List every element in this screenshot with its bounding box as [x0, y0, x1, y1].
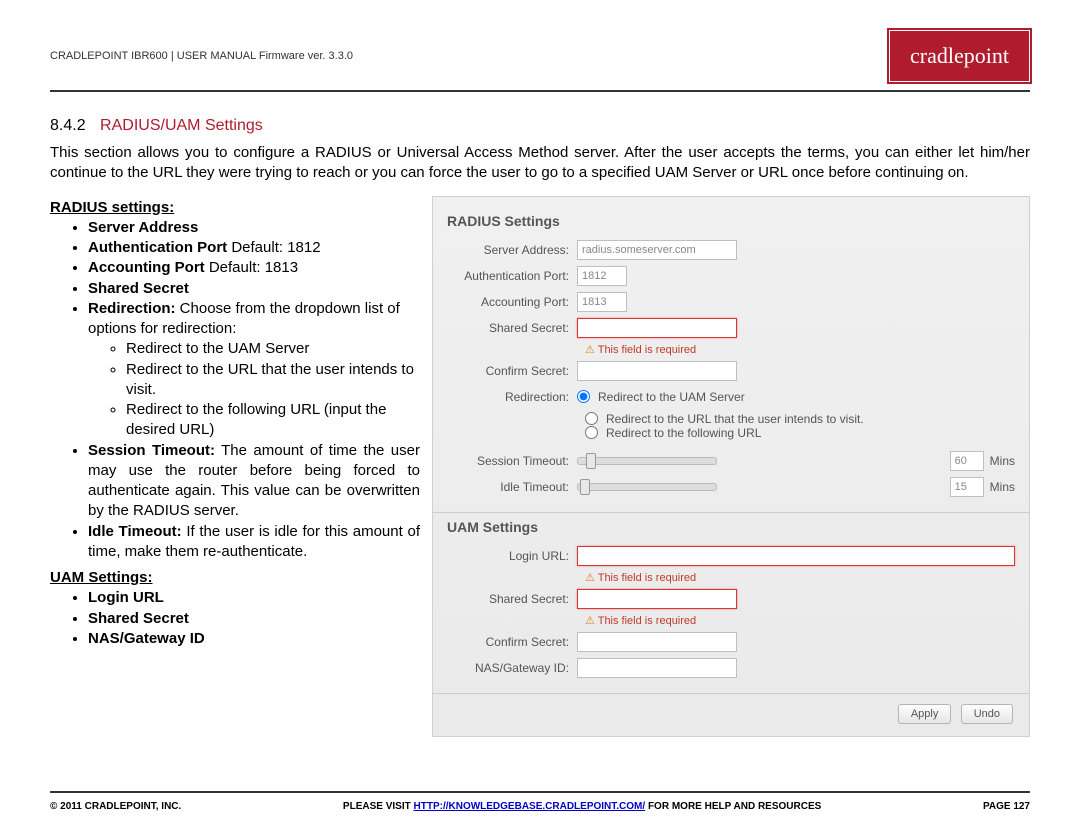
login-url-label: Login URL:: [447, 549, 577, 563]
redirect-intended-text: Redirect to the URL that the user intend…: [606, 412, 864, 426]
idle-timeout-slider[interactable]: [577, 483, 717, 491]
footer-help: PLEASE VISIT HTTP://KNOWLEDGEBASE.CRADLE…: [181, 801, 983, 812]
uam-secret-label: Shared Secret:: [447, 592, 577, 606]
uam-panel-title: UAM Settings: [447, 519, 1015, 535]
uam-settings-subhead: UAM Settings:: [50, 568, 420, 588]
shared-secret-input[interactable]: [577, 318, 737, 338]
radius-bullet-list: Server Address Authentication Port Defau…: [50, 218, 420, 562]
uam-secret-input[interactable]: [577, 589, 737, 609]
doc-title: CRADLEPOINT IBR600 | USER MANUAL Firmwar…: [50, 50, 353, 62]
redirect-following-text: Redirect to the following URL: [606, 426, 761, 440]
uam-bullet-list: Login URL Shared Secret NAS/Gateway ID: [50, 588, 420, 649]
redirect-intended-radio[interactable]: [585, 412, 598, 425]
footer-copyright: © 2011 CRADLEPOINT, INC.: [50, 801, 181, 812]
section-name: RADIUS/UAM Settings: [100, 117, 263, 134]
nas-id-input[interactable]: [577, 658, 737, 678]
server-address-label: Server Address:: [447, 243, 577, 257]
section-number: 8.4.2: [50, 117, 86, 134]
idle-mins: Mins: [990, 480, 1015, 494]
login-url-input[interactable]: [577, 546, 1015, 566]
acct-port-label: Accounting Port:: [447, 295, 577, 309]
session-timeout-label: Session Timeout:: [447, 454, 577, 468]
server-address-input[interactable]: [577, 240, 737, 260]
settings-panel: RADIUS Settings Server Address: Authenti…: [432, 196, 1030, 737]
footer-link[interactable]: HTTP://KNOWLEDGEBASE.CRADLEPOINT.COM/: [414, 801, 646, 812]
login-url-error: This field is required: [585, 571, 1015, 584]
idle-timeout-label: Idle Timeout:: [447, 480, 577, 494]
session-timeout-slider[interactable]: [577, 457, 717, 465]
radius-settings-subhead: RADIUS settings:: [50, 198, 420, 218]
redirect-following-radio[interactable]: [585, 426, 598, 439]
footer-page: PAGE 127: [983, 801, 1030, 812]
uam-confirm-input[interactable]: [577, 632, 737, 652]
undo-button[interactable]: Undo: [961, 704, 1013, 724]
radius-panel-title: RADIUS Settings: [447, 213, 1015, 229]
redirection-label: Redirection:: [447, 390, 577, 404]
shared-secret-error: This field is required: [585, 343, 1015, 356]
shared-secret-label: Shared Secret:: [447, 321, 577, 335]
nas-id-label: NAS/Gateway ID:: [447, 661, 577, 675]
session-timeout-value[interactable]: [950, 451, 984, 471]
redirect-uam-text: Redirect to the UAM Server: [598, 390, 745, 404]
auth-port-label: Authentication Port:: [447, 269, 577, 283]
apply-button[interactable]: Apply: [898, 704, 952, 724]
brand-logo: cradlepoint: [889, 30, 1030, 82]
uam-confirm-label: Confirm Secret:: [447, 635, 577, 649]
confirm-secret-label: Confirm Secret:: [447, 364, 577, 378]
auth-port-input[interactable]: [577, 266, 627, 286]
section-intro: This section allows you to configure a R…: [50, 143, 1030, 184]
uam-secret-error: This field is required: [585, 614, 1015, 627]
confirm-secret-input[interactable]: [577, 361, 737, 381]
acct-port-input[interactable]: [577, 292, 627, 312]
idle-timeout-value[interactable]: [950, 477, 984, 497]
redirect-uam-radio[interactable]: [577, 390, 590, 403]
session-mins: Mins: [990, 454, 1015, 468]
section-heading: 8.4.2 RADIUS/UAM Settings: [50, 117, 1030, 135]
